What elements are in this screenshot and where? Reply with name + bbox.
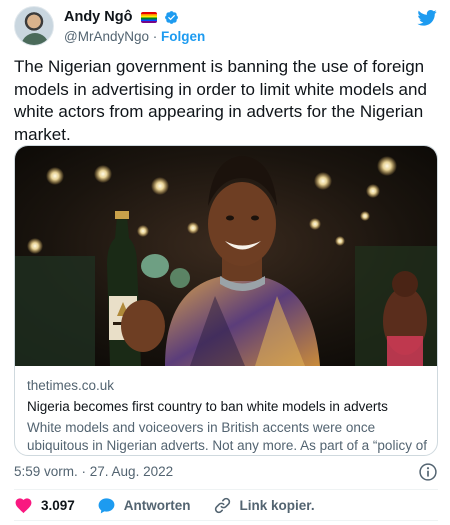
bottom-divider (14, 520, 438, 521)
info-icon[interactable] (418, 462, 438, 482)
rainbow-flag-icon (140, 11, 157, 23)
heart-icon (15, 497, 32, 513)
card-domain: thetimes.co.uk (27, 378, 115, 393)
copy-link-button[interactable]: Link kopier. (213, 496, 315, 515)
verified-badge-icon (165, 10, 179, 24)
reply-bubble-icon (98, 497, 115, 513)
like-button[interactable]: 3.097 (14, 496, 75, 515)
link-card[interactable]: thetimes.co.uk Nigeria becomes first cou… (14, 145, 438, 456)
like-count: 3.097 (41, 497, 75, 513)
tweet: Andy Ngô @MrAndyNgo · Folgen The Nigeria… (0, 0, 450, 525)
tweet-text: The Nigerian government is banning the u… (14, 57, 427, 144)
reply-label: Antworten (123, 497, 191, 513)
copy-link-label: Link kopier. (239, 497, 315, 513)
timestamp[interactable]: 5:59 vorm. · 27. Aug. 2022 (14, 464, 173, 479)
follow-button[interactable]: Folgen (161, 29, 205, 44)
author-info: Andy Ngô @MrAndyNgo · Folgen (64, 8, 205, 46)
display-name[interactable]: Andy Ngô (64, 8, 132, 26)
tweet-meta: 5:59 vorm. · 27. Aug. 2022 (14, 462, 438, 482)
tweet-header: Andy Ngô @MrAndyNgo · Folgen (14, 6, 438, 48)
action-bar: 3.097 Antworten Link kopier. (14, 494, 438, 516)
card-title[interactable]: Nigeria becomes first country to ban whi… (27, 398, 427, 416)
separator: · (148, 29, 161, 45)
avatar[interactable] (14, 6, 54, 46)
twitter-bird-icon[interactable] (416, 8, 438, 28)
card-image (15, 146, 437, 366)
reply-button[interactable]: Antworten (97, 496, 191, 515)
handle[interactable]: @MrAndyNgo (64, 29, 149, 44)
card-description: White models and voiceovers in British a… (27, 420, 427, 453)
link-icon (214, 497, 230, 513)
card-body: thetimes.co.uk Nigeria becomes first cou… (15, 366, 437, 455)
divider (14, 489, 438, 490)
